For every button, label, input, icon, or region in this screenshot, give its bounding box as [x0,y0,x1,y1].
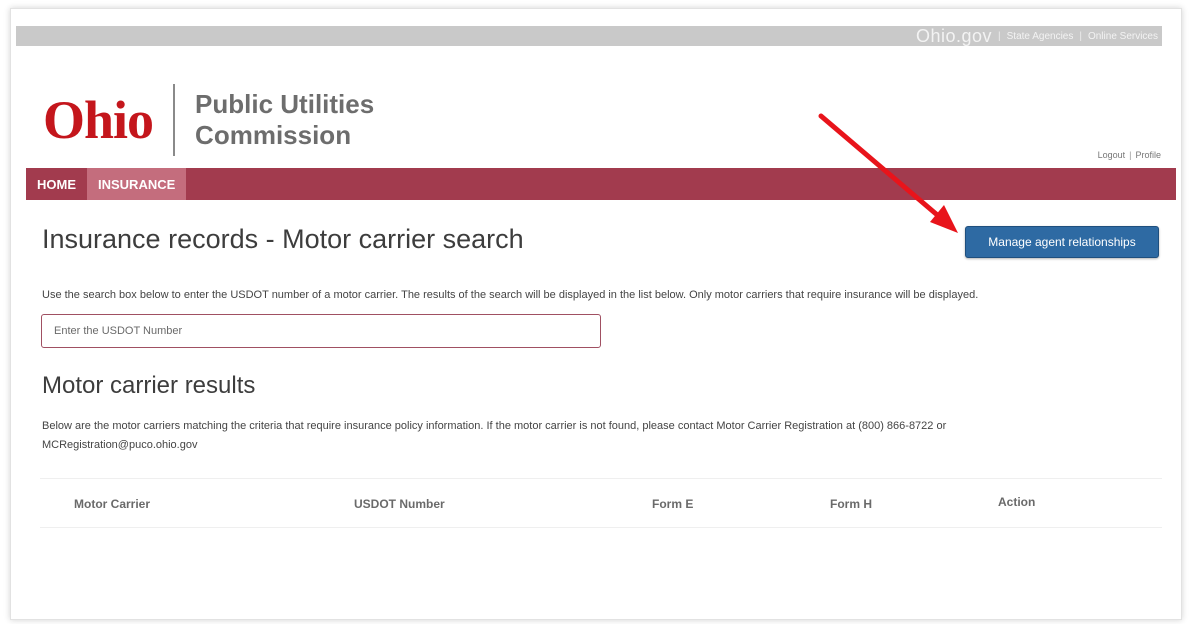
state-agencies-link[interactable]: State Agencies [1007,31,1074,42]
logout-link[interactable]: Logout [1098,150,1126,160]
ohio-logo-wordmark: Ohio [43,90,154,150]
profile-link[interactable]: Profile [1135,150,1161,160]
column-header-form-h[interactable]: Form H [830,497,872,511]
column-header-motor-carrier[interactable]: Motor Carrier [74,497,150,511]
usdot-search-input[interactable] [41,314,601,348]
online-services-link[interactable]: Online Services [1088,31,1158,42]
manage-agent-relationships-button[interactable]: Manage agent relationships [965,226,1159,258]
results-description-line-1: Below are the motor carriers matching th… [42,420,947,432]
search-instructions: Use the search box below to enter the US… [42,289,979,301]
nav-item-home[interactable]: HOME [26,168,87,200]
logo-line-1: Public Utilities [195,89,375,119]
column-header-action[interactable]: Action [998,495,1035,509]
puco-logo[interactable]: Ohio Public Utilities Commission [43,80,374,160]
results-table: Motor Carrier USDOT Number Form E Form H… [40,478,1162,528]
ohio-gov-logo[interactable]: Ohio.gov [916,26,992,47]
results-description: Below are the motor carriers matching th… [42,417,1142,455]
user-links: Logout | Profile [1097,150,1161,160]
results-title: Motor carrier results [42,372,256,399]
column-header-form-e[interactable]: Form E [652,497,693,511]
page-title: Insurance records - Motor carrier search [42,224,524,254]
logo-line-2: Commission [195,120,352,150]
logo-divider [173,84,176,156]
column-header-usdot-number[interactable]: USDOT Number [354,497,445,511]
main-nav: HOME INSURANCE [26,168,1176,200]
registration-email-link[interactable]: MCRegistration@puco.ohio.gov [42,439,197,451]
ohio-gov-bar: Ohio.gov | State Agencies | Online Servi… [16,26,1162,46]
nav-item-insurance[interactable]: INSURANCE [87,168,187,200]
logo-commission-name: Public Utilities Commission [195,89,374,151]
